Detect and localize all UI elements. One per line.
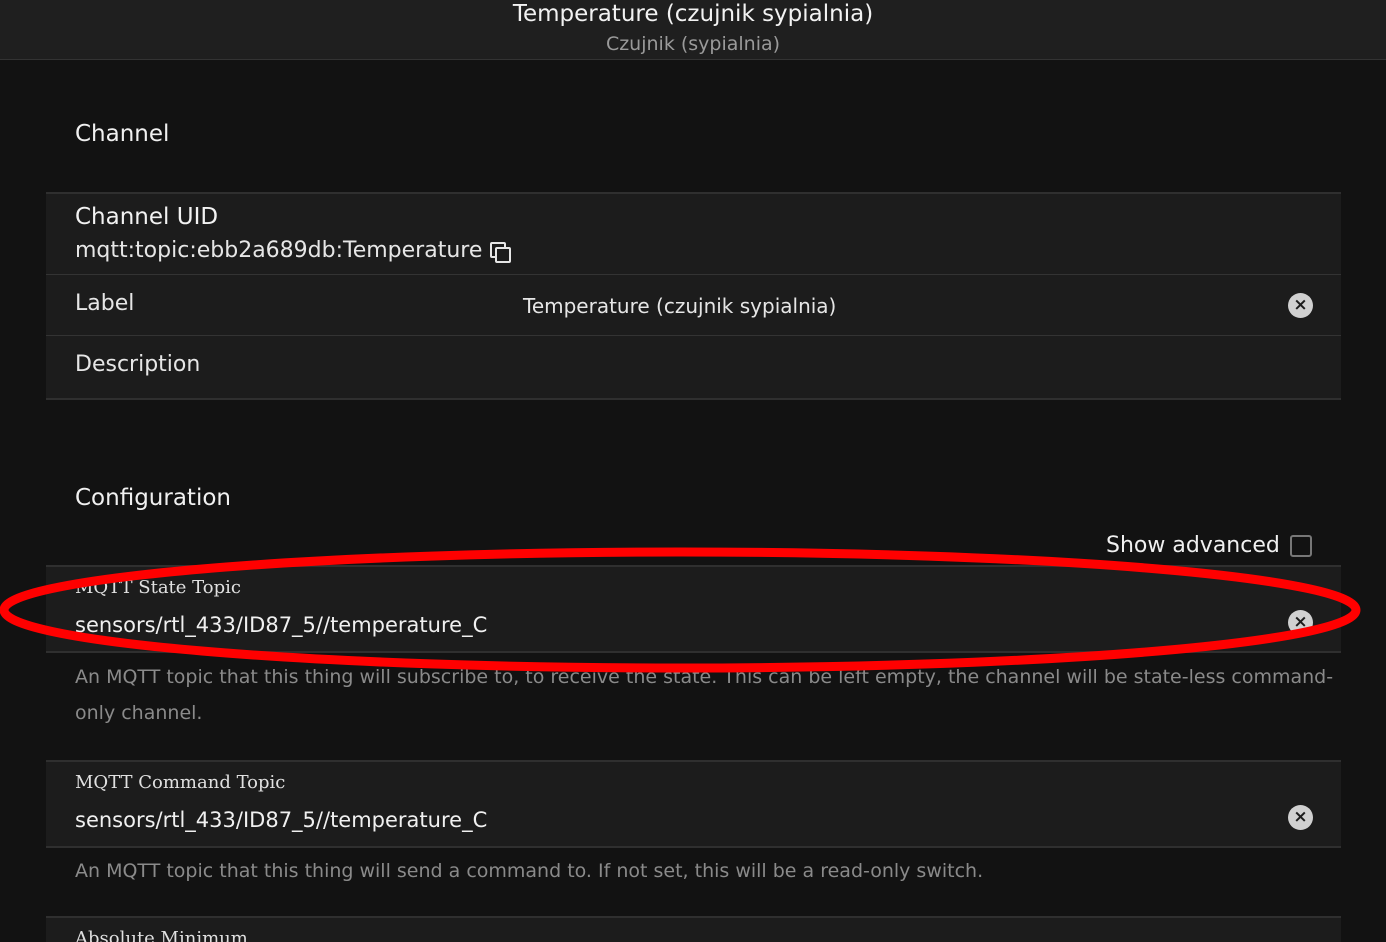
description-row[interactable]: Description	[46, 336, 1341, 396]
channel-uid-row: Channel UID mqtt:topic:ebb2a689db:Temper…	[46, 194, 1341, 275]
mqtt-command-topic-clear-icon[interactable]: ×	[1288, 805, 1313, 830]
mqtt-command-topic-label: MQTT Command Topic	[75, 772, 286, 793]
label-input[interactable]: Temperature (czujnik sypialnia)	[523, 294, 836, 318]
mqtt-state-topic-input[interactable]: sensors/rtl_433/ID87_5//temperature_C	[75, 613, 487, 637]
absolute-minimum-field[interactable]: Absolute Minimum	[46, 916, 1341, 942]
mqtt-command-topic-hint: An MQTT topic that this thing will send …	[75, 860, 984, 882]
label-row[interactable]: Label Temperature (czujnik sypialnia) ×	[46, 275, 1341, 336]
description-field-label: Description	[75, 352, 201, 377]
absolute-minimum-label: Absolute Minimum	[75, 928, 248, 942]
page-header: Temperature (czujnik sypialnia) Czujnik …	[0, 0, 1386, 60]
channel-edit-page: Temperature (czujnik sypialnia) Czujnik …	[0, 0, 1386, 942]
mqtt-state-topic-label: MQTT State Topic	[75, 577, 241, 598]
show-advanced-toggle[interactable]: Show advanced	[1106, 533, 1312, 558]
channel-section-title: Channel	[75, 121, 170, 147]
page-title: Temperature (czujnik sypialnia)	[512, 1, 874, 27]
label-field-label: Label	[75, 291, 135, 316]
show-advanced-label: Show advanced	[1106, 533, 1280, 558]
configuration-section-title: Configuration	[75, 485, 231, 511]
page-subtitle: Czujnik (sypialnia)	[605, 33, 781, 55]
copy-icon[interactable]	[490, 241, 512, 263]
mqtt-state-topic-field[interactable]: MQTT State Topic sensors/rtl_433/ID87_5/…	[46, 565, 1341, 653]
channel-uid-value-wrap: mqtt:topic:ebb2a689db:Temperature	[75, 238, 512, 263]
channel-uid-value: mqtt:topic:ebb2a689db:Temperature	[75, 238, 483, 263]
mqtt-state-topic-hint: An MQTT topic that this thing will subsc…	[75, 666, 1334, 724]
mqtt-command-topic-field[interactable]: MQTT Command Topic sensors/rtl_433/ID87_…	[46, 760, 1341, 848]
label-clear-icon[interactable]: ×	[1288, 293, 1313, 318]
mqtt-state-topic-clear-icon[interactable]: ×	[1288, 610, 1313, 635]
channel-card: Channel UID mqtt:topic:ebb2a689db:Temper…	[46, 192, 1341, 400]
mqtt-command-topic-input[interactable]: sensors/rtl_433/ID87_5//temperature_C	[75, 808, 487, 832]
channel-uid-label: Channel UID	[75, 204, 219, 230]
show-advanced-checkbox[interactable]	[1289, 534, 1312, 557]
